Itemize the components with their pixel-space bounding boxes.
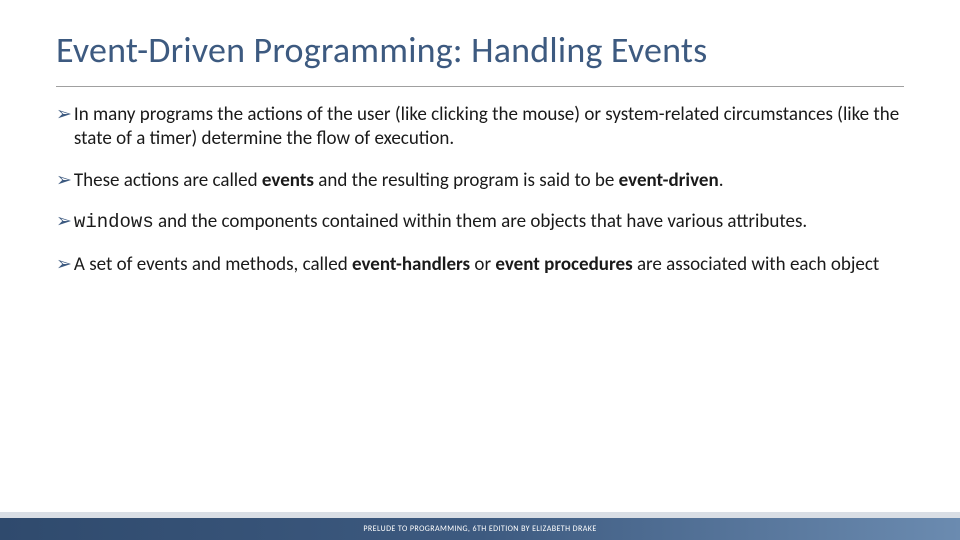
footer-text: PRELUDE TO PROGRAMMING, 6TH EDITION BY E… bbox=[363, 524, 596, 534]
bullet-text: In many programs the actions of the user… bbox=[74, 103, 904, 151]
list-item: ➢ In many programs the actions of the us… bbox=[56, 103, 904, 151]
list-item: ➢ These actions are called events and th… bbox=[56, 169, 904, 193]
bullet-list: ➢ In many programs the actions of the us… bbox=[0, 87, 960, 277]
chevron-right-icon: ➢ bbox=[56, 253, 72, 277]
bullet-text: windows and the components contained wit… bbox=[74, 210, 904, 235]
bullet-text: A set of events and methods, called even… bbox=[74, 253, 904, 277]
slide-title: Event-Driven Programming: Handling Event… bbox=[0, 0, 960, 82]
bullet-text: These actions are called events and the … bbox=[74, 169, 904, 193]
list-item: ➢ A set of events and methods, called ev… bbox=[56, 253, 904, 277]
footer-band: PRELUDE TO PROGRAMMING, 6TH EDITION BY E… bbox=[0, 518, 960, 540]
chevron-right-icon: ➢ bbox=[56, 210, 72, 234]
list-item: ➢ windows and the components contained w… bbox=[56, 210, 904, 235]
chevron-right-icon: ➢ bbox=[56, 169, 72, 193]
chevron-right-icon: ➢ bbox=[56, 103, 72, 127]
slide: Event-Driven Programming: Handling Event… bbox=[0, 0, 960, 540]
